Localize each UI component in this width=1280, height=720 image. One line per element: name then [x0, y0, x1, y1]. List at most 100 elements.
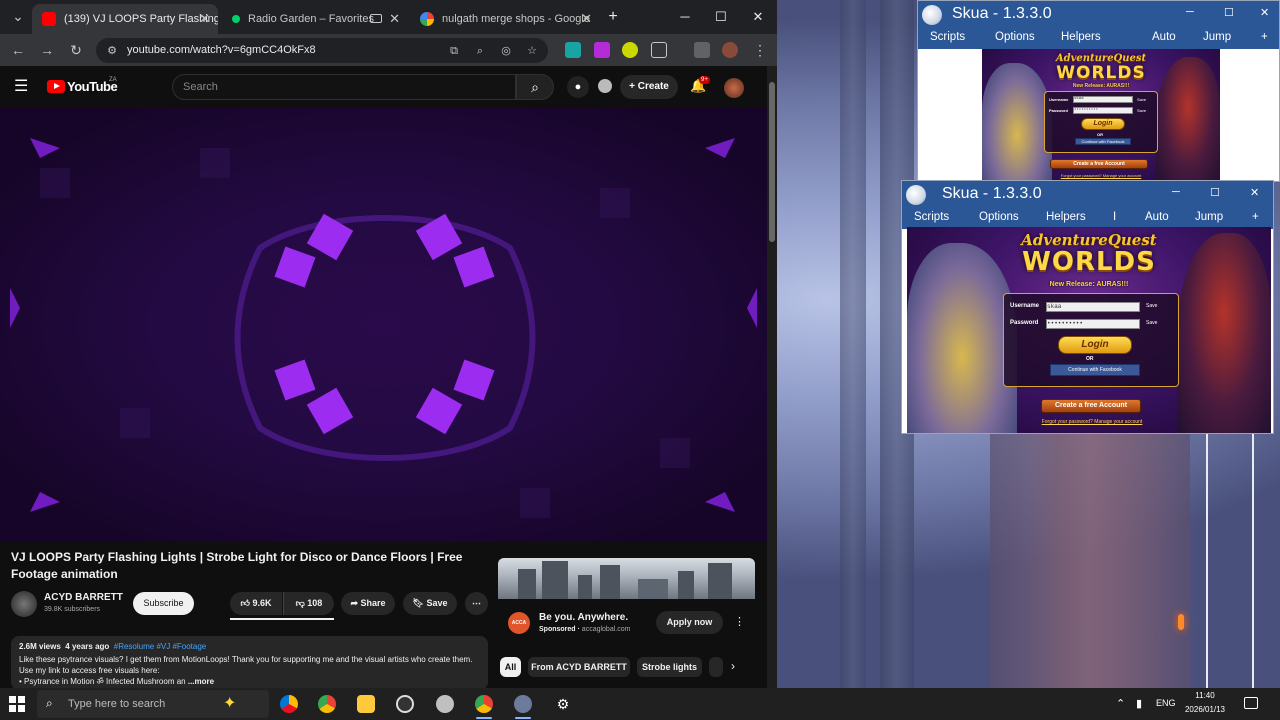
account-links[interactable]: Forgot your password? Manage your accoun… — [1042, 173, 1160, 178]
chip-from-channel[interactable]: From ACYD BARRETT — [528, 657, 630, 677]
notifications-icon[interactable] — [1244, 697, 1258, 709]
account-links[interactable]: Forgot your password? Manage your accoun… — [1017, 419, 1167, 425]
menu-helpers[interactable]: Helpers — [1046, 211, 1086, 223]
menu-scripts[interactable]: Scripts — [914, 211, 949, 223]
address-bar[interactable]: ⚙ youtube.com/watch?v=6gmCC4OkFx8 ⧉ ⌕ ◎ … — [96, 38, 548, 63]
reload-icon[interactable]: ↻ — [66, 40, 86, 60]
app-icon[interactable] — [436, 695, 454, 713]
forward-icon[interactable]: → — [37, 40, 57, 60]
ad-menu-icon[interactable]: ⋮ — [734, 615, 745, 628]
install-app-icon[interactable]: ⧉ — [446, 43, 462, 59]
maximize-button[interactable]: ☐ — [1224, 6, 1234, 19]
menu-auto[interactable]: Auto — [1145, 211, 1169, 223]
menu-options[interactable]: Options — [995, 31, 1035, 43]
password-field[interactable]: •••••••••• — [1046, 319, 1140, 329]
app-icon[interactable] — [280, 695, 298, 713]
extension-icon[interactable] — [622, 42, 638, 58]
minimize-button[interactable]: ─ — [1186, 6, 1194, 18]
extension-icon[interactable] — [598, 79, 612, 93]
clock-time[interactable]: 11:40 — [1180, 691, 1230, 700]
chip-strobe-lights[interactable]: Strobe lights — [637, 657, 702, 677]
hamburger-menu-icon[interactable]: ☰ — [14, 77, 34, 97]
scrollbar-thumb[interactable] — [769, 82, 775, 242]
tab-search-icon[interactable]: ⌄ — [8, 6, 28, 26]
tray-overflow-icon[interactable]: ⌃ — [1116, 697, 1125, 710]
menu-auto[interactable]: Auto — [1152, 31, 1176, 43]
facebook-login-button[interactable]: Continue with Facebook — [1075, 138, 1131, 145]
back-icon[interactable]: ← — [8, 40, 28, 60]
extension-icon[interactable] — [565, 42, 581, 58]
create-button[interactable]: + Create — [620, 75, 678, 99]
menu-add-icon[interactable]: + — [1252, 211, 1259, 223]
chip-partial[interactable] — [709, 657, 723, 677]
browser-menu-icon[interactable]: ⋮ — [750, 40, 770, 60]
close-window-button[interactable]: ✕ — [1250, 186, 1259, 199]
site-info-icon[interactable]: ⚙ — [104, 43, 120, 59]
eye-off-icon[interactable]: ◎ — [498, 43, 514, 59]
skua-window[interactable]: Skua - 1.3.3.0 ─ ☐ ✕ Scripts Options Hel… — [917, 0, 1280, 182]
save-username-checkbox[interactable]: Save — [1146, 303, 1157, 309]
new-tab-button[interactable]: + — [599, 6, 627, 28]
menu-overflow[interactable]: I — [1113, 211, 1116, 223]
menu-helpers[interactable]: Helpers — [1061, 31, 1101, 43]
menu-add-icon[interactable]: + — [1261, 31, 1268, 43]
chip-all[interactable]: All — [500, 657, 521, 677]
start-button[interactable] — [9, 696, 25, 712]
microphone-icon[interactable]: ● — [567, 76, 589, 98]
skua-window[interactable]: Skua - 1.3.3.0 ─ ☐ ✕ Scripts Options Hel… — [901, 180, 1274, 434]
file-explorer-icon[interactable] — [357, 695, 375, 713]
language-indicator[interactable]: ENG — [1156, 698, 1176, 708]
menu-jump[interactable]: Jump — [1203, 31, 1231, 43]
create-account-button[interactable]: Create a free Account — [1041, 399, 1141, 413]
tab-youtube[interactable]: (139) VJ LOOPS Party Flashing | ✕ — [32, 4, 218, 34]
taskbar-search[interactable]: ⌕ Type here to search ✦ — [37, 690, 269, 718]
hashtags[interactable]: #Resolume #VJ #Footage — [114, 642, 207, 651]
create-account-button[interactable]: Create a free Account — [1050, 159, 1148, 169]
tab-radio-garden[interactable]: Radio Garden – Favorites ✕ — [222, 4, 408, 34]
description-box[interactable]: 2.6M views 4 years ago #Resolume #VJ #Fo… — [11, 636, 488, 688]
page-scrollbar[interactable] — [767, 66, 777, 688]
extension-icon[interactable] — [594, 42, 610, 58]
media-control-icon[interactable] — [694, 42, 710, 58]
login-button[interactable]: Login — [1081, 118, 1125, 130]
facebook-login-button[interactable]: Continue with Facebook — [1050, 364, 1140, 376]
menu-options[interactable]: Options — [979, 211, 1019, 223]
video-player[interactable] — [0, 108, 767, 542]
share-button[interactable]: ➦ Share — [341, 592, 395, 615]
close-icon[interactable]: ✕ — [389, 11, 400, 27]
close-window-button[interactable]: ✕ — [744, 6, 772, 28]
aqw-game-view[interactable]: AdventureQuest WORLDS New Release: AURAS… — [982, 49, 1220, 181]
aqw-game-view[interactable]: AdventureQuest WORLDS New Release: AURAS… — [907, 227, 1271, 433]
tab-google[interactable]: nulgath merge shops - Google ✕ — [410, 4, 600, 34]
maximize-button[interactable]: ☐ — [707, 6, 735, 28]
close-window-button[interactable]: ✕ — [1260, 6, 1269, 19]
username-field[interactable]: skaa — [1046, 302, 1140, 312]
menu-scripts[interactable]: Scripts — [930, 31, 965, 43]
app-icon[interactable] — [396, 695, 414, 713]
skua-titlebar[interactable]: Skua - 1.3.3.0 ─ ☐ ✕ — [918, 1, 1279, 29]
extensions-puzzle-icon[interactable] — [651, 42, 667, 58]
profile-avatar[interactable] — [722, 42, 738, 58]
settings-gear-icon[interactable]: ⚙ — [554, 695, 572, 713]
user-avatar[interactable] — [724, 78, 744, 98]
chrome-icon[interactable] — [318, 695, 336, 713]
skua-icon[interactable] — [514, 695, 532, 713]
close-icon[interactable]: ✕ — [199, 11, 210, 27]
skua-titlebar[interactable]: Skua - 1.3.3.0 ─ ☐ ✕ — [902, 181, 1273, 209]
sponsored-ad[interactable]: ACCA Be you. Anywhere. Sponsored · accag… — [498, 558, 755, 648]
channel-avatar[interactable] — [11, 591, 37, 617]
search-input[interactable]: Search — [172, 74, 516, 100]
chrome-icon[interactable] — [475, 695, 493, 713]
save-password-checkbox[interactable]: Save — [1146, 320, 1157, 326]
username-field[interactable]: skaa — [1073, 96, 1133, 103]
bookmark-star-icon[interactable]: ☆ — [524, 43, 540, 59]
ad-image[interactable] — [498, 558, 755, 599]
password-field[interactable]: •••••••••• — [1073, 107, 1133, 114]
zoom-icon[interactable]: ⌕ — [472, 43, 488, 59]
like-button[interactable]: 👍︎ 9.6K — [230, 592, 282, 615]
channel-name[interactable]: ACYD BARRETT — [44, 592, 123, 603]
minimize-button[interactable]: ─ — [671, 6, 699, 28]
more-actions-button[interactable]: ⋯ — [465, 592, 488, 615]
subscribe-button[interactable]: Subscribe — [133, 592, 194, 615]
save-password-checkbox[interactable]: Save — [1137, 108, 1146, 113]
